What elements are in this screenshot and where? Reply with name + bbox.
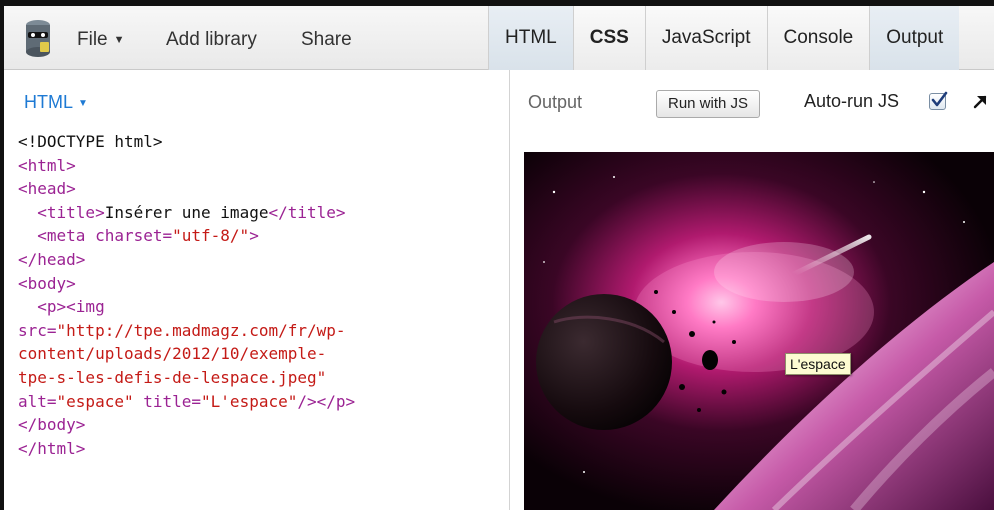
code-token: <body>: [18, 273, 76, 293]
tab-console[interactable]: Console: [766, 6, 870, 70]
tab-css[interactable]: CSS: [572, 6, 645, 70]
image-tooltip: L'espace: [785, 353, 851, 375]
tab-html[interactable]: HTML: [488, 6, 573, 70]
checkmark-icon: [931, 91, 948, 107]
code-token: Insérer une image: [104, 202, 269, 222]
run-with-js-button[interactable]: Run with JS: [656, 90, 761, 118]
code-token: <p><img: [37, 297, 105, 317]
tab-javascript[interactable]: JavaScript: [644, 6, 767, 70]
code-line: </html>: [18, 437, 355, 461]
add-library-menu[interactable]: Add library: [166, 29, 257, 51]
code-token: "espace": [56, 391, 134, 411]
code-token: "L'espace": [201, 391, 298, 411]
code-line: </body>: [18, 413, 355, 437]
code-line: src="http://tpe.madmagz.com/fr/wp-: [18, 319, 355, 343]
code-token: "utf-8/": [172, 226, 250, 246]
code-token: <title>: [37, 202, 105, 222]
language-selector[interactable]: HTML ▼: [24, 92, 88, 113]
code-token: </title>: [268, 202, 346, 222]
code-line: <!DOCTYPE html>: [18, 130, 355, 154]
html-editor-pane: HTML ▼ <!DOCTYPE html> <html> <head> <title…: [4, 70, 510, 510]
code-line: <title>Insérer une image</title>: [18, 201, 355, 225]
code-token: <!DOCTYPE html>: [18, 132, 163, 151]
code-line: </head>: [18, 248, 355, 272]
tab-output[interactable]: Output: [869, 6, 960, 70]
code-token: src=: [18, 320, 57, 340]
jsbin-logo-icon[interactable]: [22, 18, 54, 58]
output-pane: Output Run with JS Auto-run JS: [510, 70, 994, 510]
code-token: tpe-s-les-defis-de-lespace.jpeg": [18, 367, 327, 387]
code-line: alt="espace" title="L'espace"/></p>: [18, 390, 355, 414]
language-label: HTML: [24, 92, 73, 112]
code-line: tpe-s-les-defis-de-lespace.jpeg": [18, 366, 355, 390]
code-editor[interactable]: <!DOCTYPE html> <html> <head> <title>Insér…: [18, 130, 355, 460]
code-line: <meta charset="utf-8/">: [18, 224, 355, 248]
code-token: </html>: [18, 438, 86, 458]
caret-down-icon: ▼: [78, 97, 88, 109]
code-token: alt=: [18, 391, 57, 411]
autorun-label: Auto-run JS: [804, 91, 900, 111]
space-image[interactable]: [524, 152, 994, 510]
output-label: Output: [528, 92, 583, 112]
code-token: </body>: [18, 415, 86, 435]
arrow-up-right-icon[interactable]: [970, 92, 990, 112]
file-menu-label: File: [77, 29, 108, 50]
panel-tabs: HTML CSS JavaScript Console Output: [488, 6, 960, 70]
top-toolbar: File ▼ Add library Share HTML CSS JavaScr…: [4, 6, 994, 70]
code-token: <head>: [18, 179, 76, 199]
code-line: <body>: [18, 272, 355, 296]
code-line: <p><img: [18, 295, 355, 319]
code-token: <meta: [37, 226, 96, 246]
file-menu[interactable]: File ▼: [77, 29, 125, 51]
code-token: charset=: [95, 226, 173, 246]
code-token: content/uploads/2012/10/exemple-: [18, 344, 327, 364]
code-token: "http://tpe.madmagz.com/fr/wp-: [56, 320, 346, 340]
code-line: <head>: [18, 177, 355, 201]
code-token: </head>: [18, 249, 86, 269]
autorun-checkbox[interactable]: [929, 91, 948, 110]
code-token: /></p>: [297, 391, 356, 411]
share-menu[interactable]: Share: [301, 29, 352, 51]
code-token: title=: [143, 391, 202, 411]
code-line: content/uploads/2012/10/exemple-: [18, 342, 355, 366]
caret-down-icon: ▼: [113, 33, 125, 46]
code-line: <html>: [18, 154, 355, 178]
code-token: <html>: [18, 155, 76, 175]
code-token: >: [249, 226, 259, 246]
